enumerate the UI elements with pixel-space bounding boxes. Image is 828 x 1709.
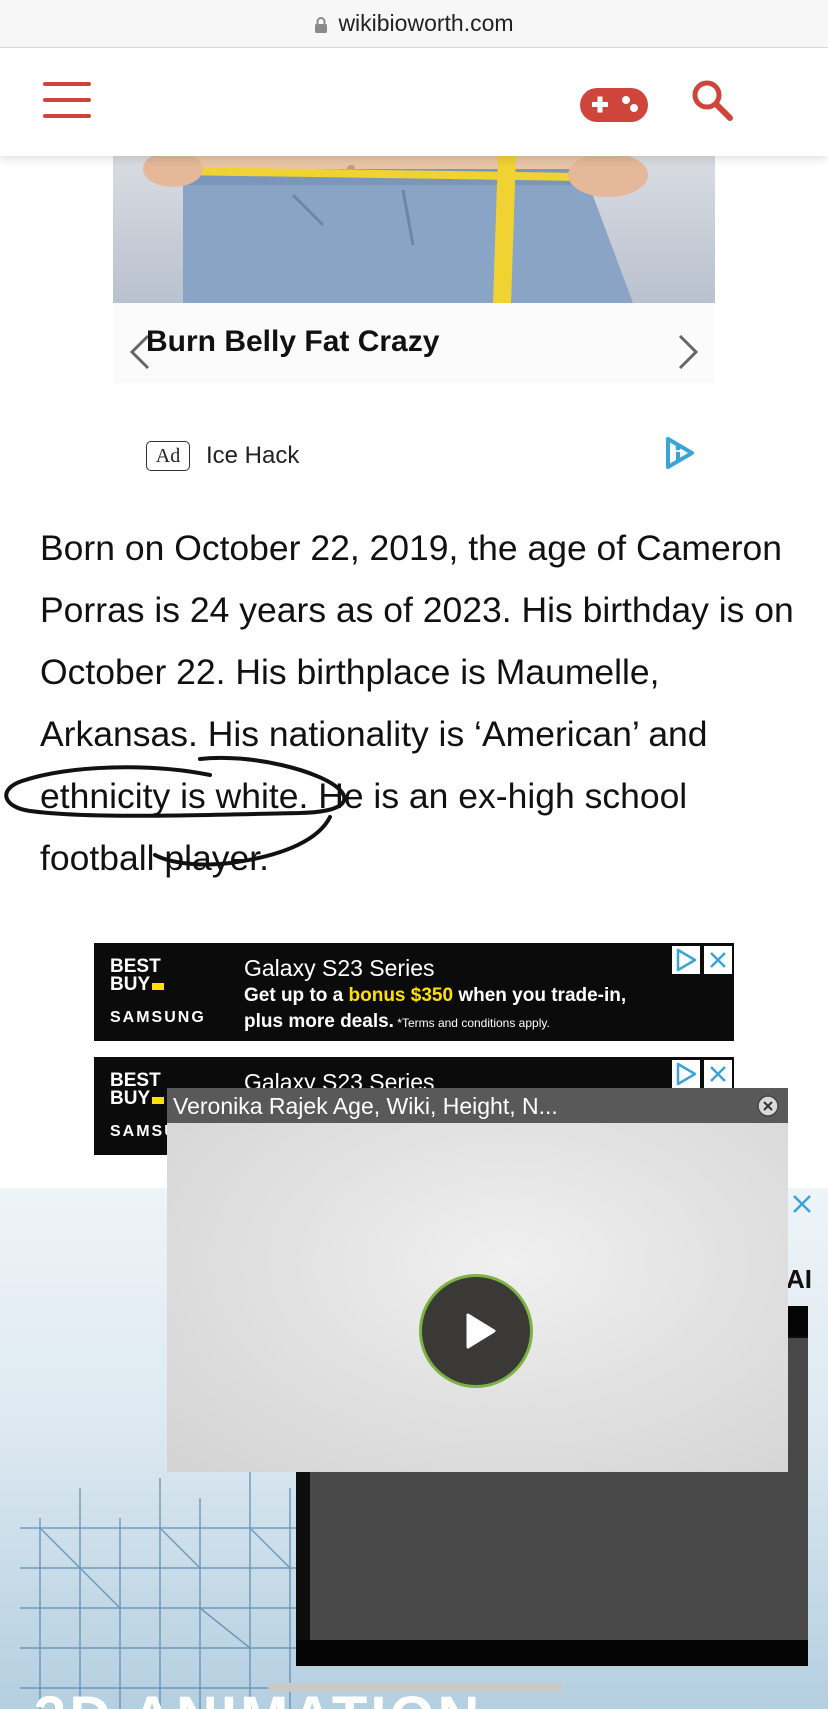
video-title-bar: Veronika Rajek Age, Wiki, Height, N... bbox=[167, 1088, 788, 1123]
site-header bbox=[0, 48, 828, 156]
samsung-brand: SAMSUNG bbox=[110, 1009, 206, 1026]
video-title[interactable]: Veronika Rajek Age, Wiki, Height, N... bbox=[173, 1093, 558, 1120]
lock-icon bbox=[314, 16, 328, 33]
menu-icon[interactable] bbox=[43, 82, 91, 118]
video-stage[interactable] bbox=[167, 1123, 788, 1472]
home-indicator[interactable] bbox=[268, 1683, 562, 1692]
chevron-right-icon[interactable] bbox=[676, 332, 700, 372]
close-icon[interactable] bbox=[704, 946, 732, 974]
bestbuy-logo: BEST BUY bbox=[110, 1071, 165, 1108]
gamepad-icon[interactable] bbox=[578, 84, 650, 126]
close-icon bbox=[793, 1195, 811, 1213]
video-player[interactable]: Veronika Rajek Age, Wiki, Height, N... bbox=[167, 1088, 788, 1472]
svg-text:AI: AI bbox=[786, 1264, 812, 1294]
bestbuy-logo: BEST BUY bbox=[110, 957, 165, 994]
samsung-banner-ad[interactable]: BEST BUY SAMSUNG Galaxy S23 Series Get u… bbox=[94, 943, 734, 1041]
ad-headline[interactable]: Burn Belly Fat Crazy bbox=[146, 325, 439, 359]
search-icon[interactable] bbox=[690, 78, 734, 122]
banner-offer: Get up to a bonus $350 when you trade-in… bbox=[244, 985, 627, 1006]
adchoices-icon[interactable] bbox=[662, 436, 696, 470]
adchoices-icon[interactable] bbox=[672, 946, 700, 974]
url-domain: wikibioworth.com bbox=[338, 10, 514, 36]
article-paragraph: Born on October 22, 2019, the age of Cam… bbox=[40, 528, 794, 878]
banner-offer-line2: plus more deals. *Terms and conditions a… bbox=[244, 1011, 550, 1032]
page: wikibioworth.com Burn Belly Fat Crazy Ad… bbox=[0, 0, 828, 1709]
browser-url-bar[interactable]: wikibioworth.com bbox=[0, 0, 828, 48]
adchoices-icon[interactable] bbox=[672, 1060, 700, 1088]
ad-advertiser-name[interactable]: Ice Hack bbox=[206, 442, 299, 470]
ad-image[interactable] bbox=[113, 155, 715, 303]
ad-label-badge: Ad bbox=[146, 441, 190, 471]
banner-title: Galaxy S23 Series bbox=[244, 955, 435, 981]
close-icon[interactable] bbox=[757, 1095, 779, 1117]
play-icon[interactable] bbox=[419, 1274, 533, 1388]
close-icon[interactable] bbox=[704, 1060, 732, 1088]
